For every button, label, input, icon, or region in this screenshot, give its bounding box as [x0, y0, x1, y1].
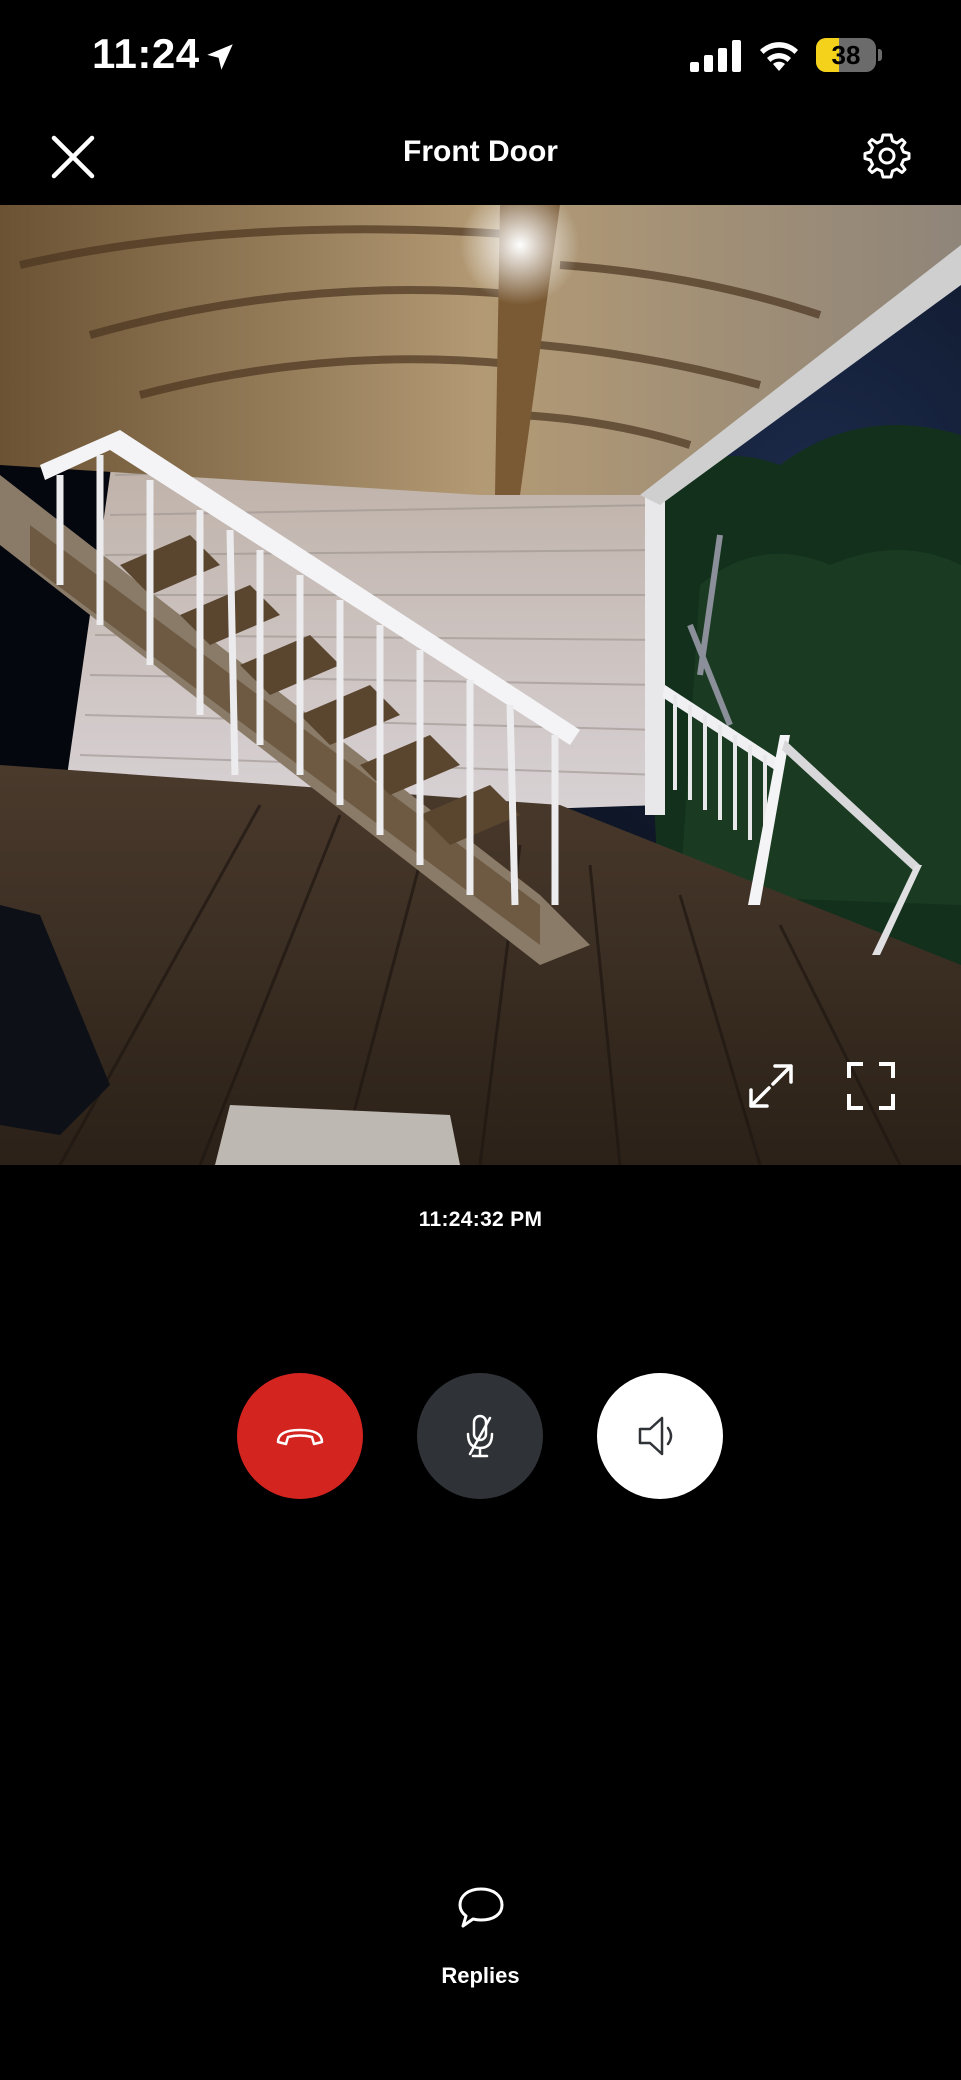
status-bar: 11:24 38 — [0, 0, 961, 115]
gear-icon[interactable] — [862, 131, 912, 181]
phone-hangup-icon — [276, 1428, 324, 1446]
battery-body: 38 — [816, 38, 876, 72]
expand-icon[interactable] — [745, 1060, 797, 1112]
chat-bubble-icon — [458, 1887, 504, 1928]
replies-label: Replies — [441, 1963, 520, 1988]
replies-button[interactable]: Replies — [400, 1885, 561, 1995]
battery-level: 38 — [831, 40, 861, 70]
camera-view-image — [0, 205, 961, 1165]
location-arrow-icon — [207, 44, 233, 70]
speaker-icon — [638, 1416, 673, 1456]
end-call-button[interactable] — [237, 1373, 363, 1499]
page-title: Front Door — [403, 135, 558, 168]
wifi-icon — [760, 42, 798, 71]
speaker-button[interactable] — [597, 1373, 723, 1499]
header: Front Door — [0, 115, 961, 205]
video-timestamp: 11:24:32 PM — [418, 1208, 543, 1231]
fullscreen-icon[interactable] — [845, 1060, 897, 1112]
live-video-feed[interactable] — [0, 205, 961, 1165]
status-time: 11:24 — [92, 30, 200, 77]
battery-icon: 38 — [816, 38, 882, 72]
microphone-muted-icon — [466, 1414, 494, 1458]
signal-icon — [690, 40, 741, 72]
battery-tip — [878, 49, 882, 61]
mute-microphone-button[interactable] — [417, 1373, 543, 1499]
